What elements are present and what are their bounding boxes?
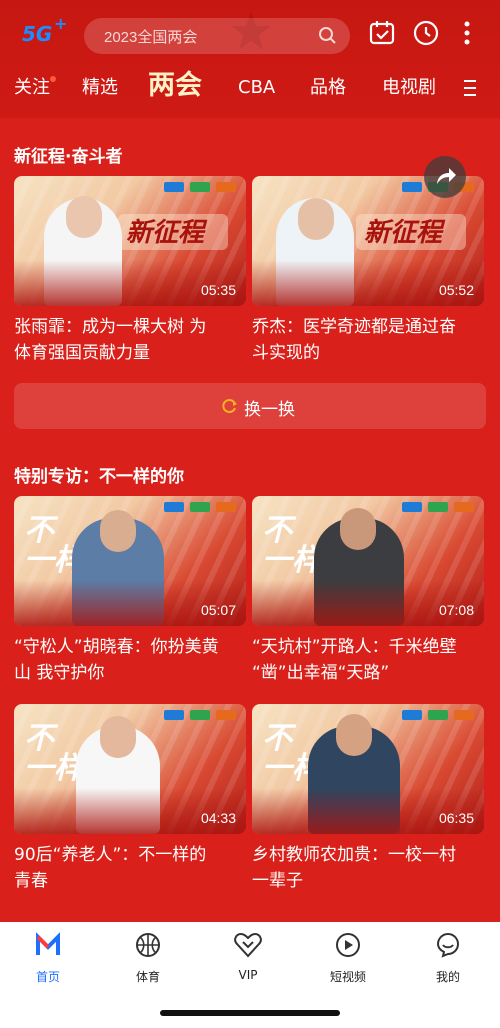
video-duration: 05:52 bbox=[438, 282, 474, 298]
title-calligraphy: 新征程 bbox=[126, 218, 205, 248]
calendar-check-icon[interactable] bbox=[369, 20, 395, 46]
search-icon[interactable] bbox=[318, 26, 338, 46]
tab-featured[interactable]: 精选 bbox=[82, 66, 118, 110]
nav-sports[interactable]: 体育 bbox=[118, 928, 178, 985]
play-circle-icon bbox=[336, 933, 360, 957]
vip-heart-icon bbox=[234, 932, 262, 958]
video-title[interactable]: 张雨霏：成为一棵大树 为 体育强国贡献力量 bbox=[14, 314, 246, 366]
channel-logos bbox=[402, 502, 474, 512]
refresh-icon bbox=[222, 399, 237, 413]
video-card[interactable]: 不一样 04:33 90后“养老人”：不一样的 青春 bbox=[14, 704, 246, 894]
nav-label: 我的 bbox=[435, 970, 460, 984]
video-duration: 05:07 bbox=[200, 602, 236, 618]
video-card[interactable]: 不一样 07:08 “天坑村”开路人：千米绝壁 “凿”出幸福“天路” bbox=[252, 496, 484, 686]
section-title-interview: 特别专访：不一样的你 bbox=[14, 467, 184, 487]
video-card[interactable]: 不一样 06:35 乡村教师农加贵：一校一村 一辈子 bbox=[252, 704, 484, 894]
basketball-icon bbox=[136, 933, 160, 957]
video-duration: 05:35 bbox=[200, 282, 236, 298]
search-placeholder: 2023全国两会 bbox=[104, 29, 198, 46]
nav-label: 首页 bbox=[35, 970, 60, 984]
title-calligraphy: 新征程 bbox=[364, 218, 443, 248]
channel-logos bbox=[402, 710, 474, 720]
nav-label: 体育 bbox=[135, 970, 160, 984]
nav-short-video[interactable]: 短视频 bbox=[318, 928, 378, 985]
video-duration: 04:33 bbox=[200, 810, 236, 826]
network-5g-logo: 5G + bbox=[22, 14, 68, 46]
nav-vip[interactable]: VIP bbox=[218, 928, 278, 982]
tab-follow[interactable]: 关注 bbox=[14, 66, 56, 110]
search-bar[interactable]: 2023全国两会 bbox=[84, 18, 350, 54]
video-card[interactable]: 新征程 05:52 乔杰：医学奇迹都是通过奋 斗实现的 bbox=[252, 176, 484, 366]
nav-profile[interactable]: 我的 bbox=[418, 928, 478, 985]
tab-label: 品格 bbox=[310, 77, 346, 98]
section-title-struggle: 新征程·奋斗者 bbox=[14, 147, 123, 167]
channel-logos bbox=[164, 182, 236, 192]
share-button[interactable] bbox=[424, 156, 466, 198]
video-duration: 07:08 bbox=[438, 602, 474, 618]
network-label: 5G bbox=[22, 22, 53, 46]
nav-home[interactable]: 首页 bbox=[18, 928, 78, 985]
notification-dot bbox=[50, 76, 56, 82]
nav-label: VIP bbox=[238, 968, 258, 982]
more-vertical-icon[interactable] bbox=[463, 20, 471, 46]
tab-label: 精选 bbox=[82, 77, 118, 98]
video-card[interactable]: 新征程 05:35 张雨霏：成为一棵大树 为 体育强国贡献力量 bbox=[14, 176, 246, 366]
nav-label: 短视频 bbox=[329, 970, 366, 984]
home-indicator bbox=[160, 1010, 340, 1016]
video-thumbnail[interactable]: 不一样 04:33 bbox=[14, 704, 246, 834]
video-title[interactable]: 乡村教师农加贵：一校一村 一辈子 bbox=[252, 842, 484, 894]
calligraphy-different: 不一样 bbox=[24, 721, 84, 786]
calligraphy-different: 不一样 bbox=[262, 513, 322, 578]
video-thumbnail[interactable]: 新征程 05:35 bbox=[14, 176, 246, 306]
refresh-label: 换一换 bbox=[244, 400, 295, 420]
refresh-button[interactable]: 换一换 bbox=[14, 383, 486, 429]
history-clock-icon[interactable] bbox=[413, 20, 439, 46]
video-title[interactable]: “守松人”胡晓春：你扮美黄 山 我守护你 bbox=[14, 634, 246, 686]
tab-label: 两会 bbox=[148, 70, 202, 101]
video-thumbnail[interactable]: 不一样 07:08 bbox=[252, 496, 484, 626]
tab-tv-series[interactable]: 电视剧 bbox=[382, 66, 436, 110]
video-thumbnail[interactable]: 不一样 06:35 bbox=[252, 704, 484, 834]
channel-menu-icon[interactable] bbox=[464, 80, 478, 101]
tab-label: 关注 bbox=[14, 77, 50, 98]
channel-tabs: 关注 精选 两会 CBA 品格 电视剧 bbox=[0, 66, 500, 110]
video-card[interactable]: 不一样 05:07 “守松人”胡晓春：你扮美黄 山 我守护你 bbox=[14, 496, 246, 686]
video-thumbnail[interactable]: 不一样 05:07 bbox=[14, 496, 246, 626]
tab-two-sessions[interactable]: 两会 bbox=[148, 66, 202, 110]
video-title[interactable]: 乔杰：医学奇迹都是通过奋 斗实现的 bbox=[252, 314, 484, 366]
top-header: 5G + 2023全国两会 关注 精选 两会 CBA 品格 电视剧 bbox=[0, 0, 500, 118]
tab-cba[interactable]: CBA bbox=[238, 66, 275, 110]
video-title[interactable]: 90后“养老人”：不一样的 青春 bbox=[14, 842, 246, 894]
tab-label: CBA bbox=[238, 77, 276, 98]
home-logo-icon bbox=[36, 932, 60, 955]
video-duration: 06:35 bbox=[438, 810, 474, 826]
tab-character[interactable]: 品格 bbox=[310, 66, 346, 110]
share-arrow-icon bbox=[437, 168, 456, 184]
profile-icon bbox=[436, 932, 460, 958]
channel-logos bbox=[164, 502, 236, 512]
video-title[interactable]: “天坑村”开路人：千米绝壁 “凿”出幸福“天路” bbox=[252, 634, 484, 686]
tab-label: 电视剧 bbox=[382, 77, 436, 98]
channel-logos bbox=[164, 710, 236, 720]
